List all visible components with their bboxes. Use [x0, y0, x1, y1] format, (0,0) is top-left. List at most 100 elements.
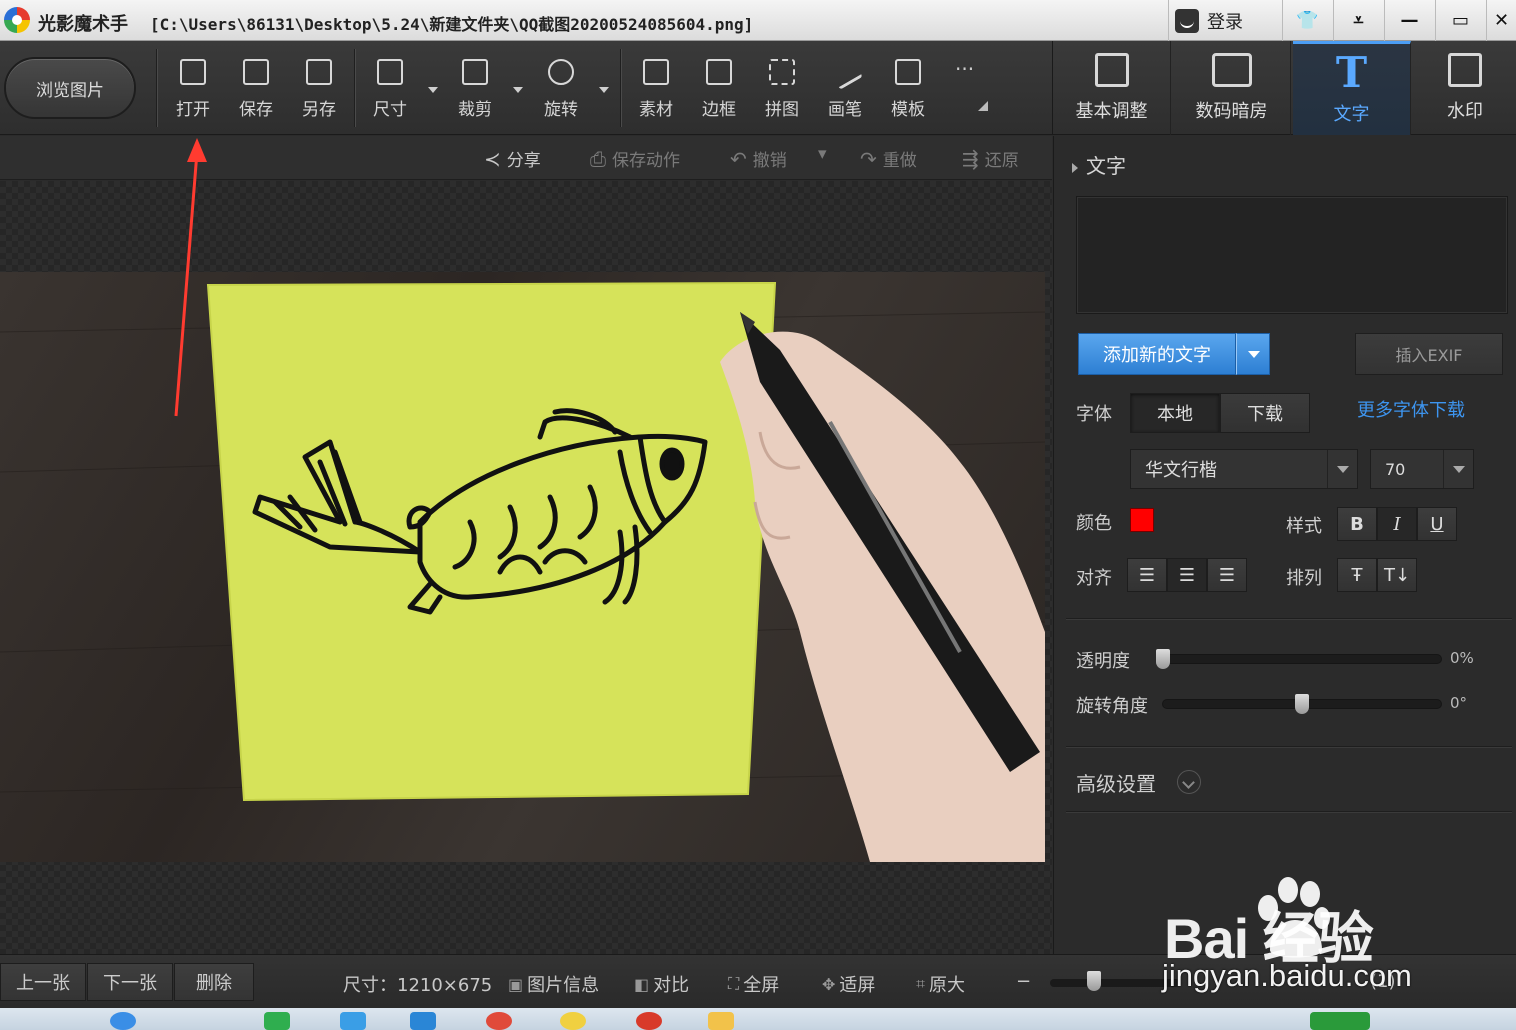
- zoom-out-button[interactable]: −: [1016, 971, 1031, 992]
- previous-image-button[interactable]: 上一张: [0, 963, 86, 1001]
- tool-label: 尺寸: [373, 100, 407, 120]
- app-red2-icon[interactable]: [636, 1012, 662, 1030]
- color-swatch[interactable]: [1130, 508, 1154, 532]
- section-title-text[interactable]: 文字: [1072, 150, 1126, 179]
- collage-icon: [769, 59, 795, 85]
- bold-glyph: B: [1350, 513, 1364, 535]
- restore-button[interactable]: ⇶ 还原: [962, 146, 1019, 172]
- rotation-slider[interactable]: [1162, 694, 1442, 714]
- app-blue2-icon[interactable]: [410, 1012, 436, 1030]
- tool-resize[interactable]: 尺寸: [362, 59, 418, 120]
- tool-brush[interactable]: 画笔: [817, 54, 873, 120]
- tab-text[interactable]: T 文字: [1293, 41, 1411, 135]
- opacity-slider[interactable]: [1156, 649, 1442, 669]
- image-canvas[interactable]: [0, 181, 1052, 954]
- tab-label: 数码暗房: [1195, 101, 1268, 122]
- rotation-slider-handle[interactable]: [1295, 694, 1309, 714]
- fullscreen-button[interactable]: ⛶ 全屏: [728, 971, 779, 997]
- redo-label: 重做: [882, 151, 917, 171]
- align-right-button[interactable]: ☰: [1207, 558, 1247, 592]
- horizontal-text-button[interactable]: Ŧ: [1337, 558, 1377, 592]
- tool-save-as[interactable]: 另存: [291, 59, 347, 120]
- tool-label: 打开: [176, 100, 210, 120]
- tab-watermark[interactable]: 水印: [1413, 41, 1516, 135]
- opacity-label: 透明度: [1076, 651, 1130, 672]
- fit-screen-button[interactable]: ✥ 适屏: [822, 971, 875, 997]
- font-size-select[interactable]: 70: [1370, 449, 1474, 489]
- delete-image-button[interactable]: 删除: [174, 963, 254, 1001]
- photo: [0, 272, 1045, 862]
- save-action-button[interactable]: ⎙ 保存动作: [590, 146, 680, 172]
- vertical-text-button[interactable]: T↓: [1377, 558, 1417, 592]
- zoom-slider[interactable]: [1050, 979, 1180, 987]
- undo-icon: ↶: [730, 146, 747, 171]
- tool-label: 保存: [239, 100, 273, 120]
- advanced-settings-toggle[interactable]: [1177, 770, 1201, 794]
- maximize-icon: ▭: [1451, 10, 1469, 31]
- menu-button[interactable]: ⩡: [1333, 0, 1383, 41]
- open-image-icon: [180, 59, 206, 85]
- tool-label: 裁剪: [458, 100, 492, 120]
- redo-icon: ↷: [860, 146, 877, 171]
- maximize-button[interactable]: ▭: [1435, 0, 1485, 41]
- chevron-down-icon: [1443, 450, 1473, 488]
- more-fonts-link[interactable]: 更多字体下载: [1357, 396, 1465, 422]
- app-green-icon[interactable]: [264, 1012, 290, 1030]
- skin-button[interactable]: 👕: [1282, 0, 1332, 41]
- opacity-slider-handle[interactable]: [1156, 649, 1170, 669]
- tool-material[interactable]: 素材: [628, 59, 684, 120]
- undo-button[interactable]: ↶ 撤销: [730, 146, 787, 172]
- tool-crop[interactable]: 裁剪: [447, 59, 503, 120]
- redo-button[interactable]: ↷ 重做: [860, 146, 917, 172]
- browser-icon[interactable]: [110, 1012, 136, 1030]
- more-tools-button[interactable]: ···: [955, 57, 974, 81]
- font-select[interactable]: 华文行楷: [1130, 449, 1358, 489]
- tool-save[interactable]: 保存: [228, 59, 284, 120]
- tool-open[interactable]: 打开: [165, 59, 221, 120]
- browse-images-button[interactable]: 浏览图片: [4, 57, 136, 119]
- undo-dropdown-icon[interactable]: ▾: [818, 144, 827, 164]
- original-size-button[interactable]: ⌗ 原大: [916, 971, 965, 997]
- text-content-area[interactable]: [1076, 196, 1508, 314]
- close-button[interactable]: ✕: [1486, 0, 1516, 41]
- italic-button[interactable]: I: [1377, 507, 1417, 541]
- login-button[interactable]: 登录: [1168, 0, 1280, 41]
- tab-darkroom[interactable]: 数码暗房: [1173, 41, 1291, 135]
- photo-app-icon[interactable]: [560, 1012, 586, 1030]
- font-source-download[interactable]: 下载: [1220, 393, 1310, 433]
- crop-icon: [462, 59, 488, 85]
- align-center-icon: ☰: [1178, 564, 1196, 586]
- style-label: 样式: [1286, 516, 1322, 537]
- image-size: 尺寸：1210×675: [343, 975, 493, 996]
- image-info-button[interactable]: ▣ 图片信息: [508, 971, 599, 997]
- tab-basic-adjust[interactable]: 基本调整: [1053, 41, 1171, 135]
- tool-template[interactable]: 模板: [880, 59, 936, 120]
- resize-dropdown-icon[interactable]: [428, 87, 438, 93]
- folder-icon[interactable]: [708, 1012, 734, 1030]
- tool-border[interactable]: 边框: [691, 59, 747, 120]
- align-left-button[interactable]: ☰: [1127, 558, 1167, 592]
- bold-button[interactable]: B: [1337, 507, 1377, 541]
- crop-dropdown-icon[interactable]: [513, 87, 523, 93]
- align-center-button[interactable]: ☰: [1167, 558, 1207, 592]
- zoom-slider-handle[interactable]: [1087, 971, 1101, 991]
- add-new-text-button[interactable]: 添加新的文字: [1078, 333, 1236, 375]
- app-red-icon[interactable]: [486, 1012, 512, 1030]
- tool-collage[interactable]: 拼图: [754, 59, 810, 120]
- add-text-dropdown-button[interactable]: [1236, 333, 1270, 375]
- next-image-button[interactable]: 下一张: [87, 963, 173, 1001]
- fullscreen-icon: ⛶: [728, 974, 740, 993]
- compare-button[interactable]: ◧ 对比: [634, 971, 689, 997]
- minimize-button[interactable]: —: [1384, 0, 1434, 41]
- app-blue-icon[interactable]: [340, 1012, 366, 1030]
- underline-button[interactable]: U: [1417, 507, 1457, 541]
- tab-label: 文字: [1333, 104, 1370, 125]
- tray-app-icon[interactable]: [1310, 1012, 1370, 1030]
- insert-exif-button[interactable]: 插入EXIF: [1355, 333, 1503, 375]
- windows-taskbar: [0, 1008, 1516, 1030]
- share-button[interactable]: ≺ 分享: [484, 146, 541, 172]
- tool-rotate[interactable]: 旋转: [533, 59, 589, 120]
- rotate-dropdown-icon[interactable]: [599, 87, 609, 93]
- tool-label: 素材: [639, 100, 673, 120]
- font-source-local[interactable]: 本地: [1130, 393, 1220, 433]
